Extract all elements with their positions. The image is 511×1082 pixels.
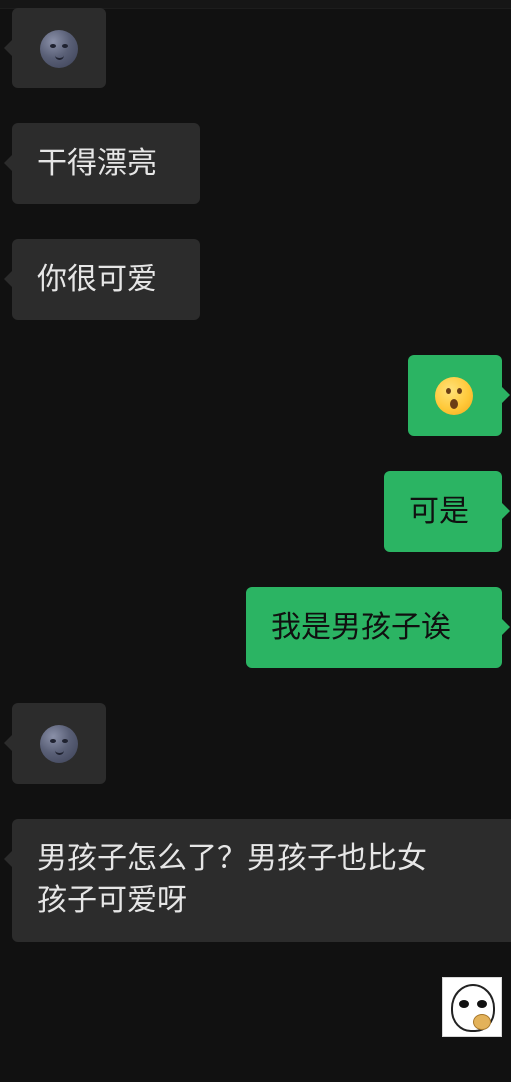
message-bubble-incoming[interactable]: 男孩子怎么了？男孩子也比女 孩子可爱呀 <box>4 819 511 942</box>
cartoon-face-eating-sticker[interactable] <box>442 977 502 1037</box>
message-bubble-incoming[interactable]: 干得漂亮 <box>4 123 200 204</box>
message-text: 你很可爱 <box>37 262 157 297</box>
message-text: 可是 <box>409 494 469 529</box>
new-moon-face-icon <box>40 725 78 763</box>
message-bubble-incoming[interactable] <box>4 703 106 784</box>
message-text-line: 男孩子怎么了？男孩子也比女 <box>37 841 427 876</box>
message-bubble-incoming[interactable] <box>4 8 106 88</box>
hushed-face-icon <box>435 377 473 415</box>
message-text: 干得漂亮 <box>37 146 157 181</box>
message-bubble-outgoing[interactable]: 我是男孩子诶 <box>246 587 510 668</box>
message-bubble-outgoing[interactable]: 可是 <box>384 471 510 552</box>
message-text: 我是男孩子诶 <box>271 610 451 645</box>
message-bubble-incoming[interactable]: 你很可爱 <box>4 239 200 320</box>
new-moon-face-icon <box>40 30 78 68</box>
sticker-face <box>451 984 495 1032</box>
message-bubble-outgoing[interactable] <box>408 355 510 436</box>
message-text-line: 孩子可爱呀 <box>37 883 187 918</box>
